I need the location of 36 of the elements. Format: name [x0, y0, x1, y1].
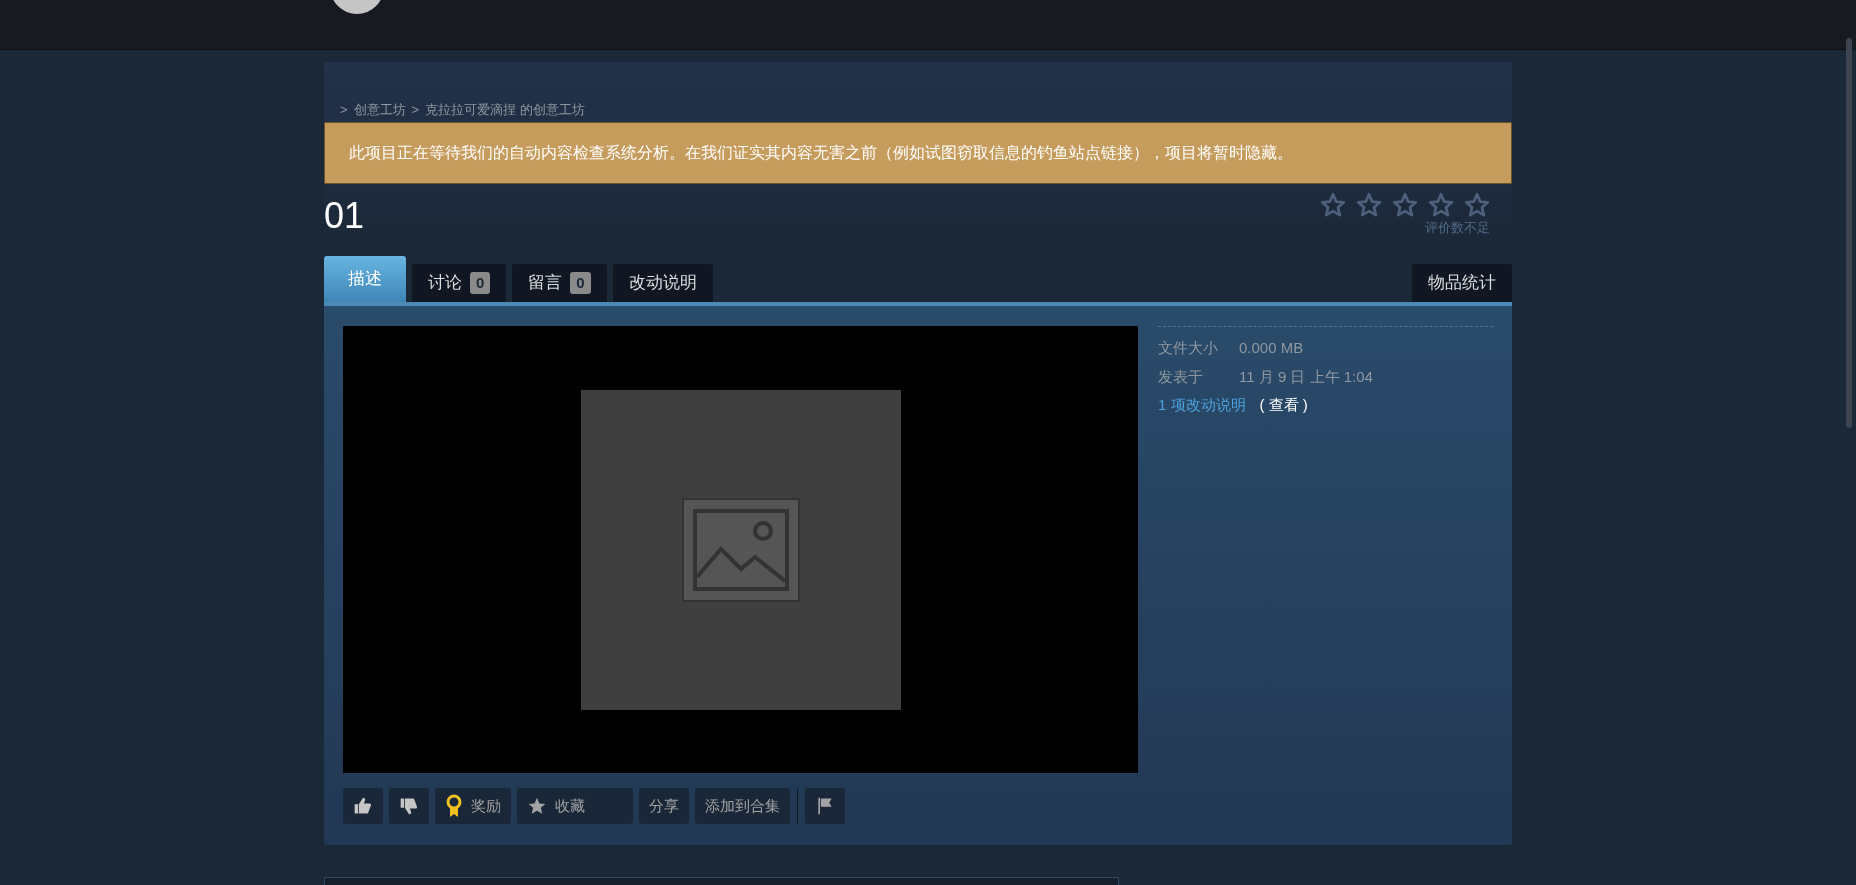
- thumbs-down-icon: [399, 796, 419, 816]
- detail-value: 11 月 9 日 上午 1:04: [1239, 366, 1373, 387]
- breadcrumb-separator: >: [340, 101, 348, 120]
- pending-review-notice: 此项目正在等待我们的自动内容检查系统分析。在我们证实其内容无害之前（例如试图窃取信息的钓鱼站点链接），项目将暂时隐藏。: [324, 122, 1512, 184]
- favorite-button[interactable]: 收藏: [517, 788, 633, 824]
- image-icon: [680, 496, 801, 603]
- thumbs-down-button[interactable]: [389, 788, 429, 824]
- star-icon[interactable]: [1320, 192, 1346, 218]
- change-notes-link[interactable]: 1 项改动说明: [1158, 394, 1246, 417]
- star-icon[interactable]: [1356, 192, 1382, 218]
- item-title: 01: [324, 194, 365, 238]
- detail-label: 文件大小: [1158, 338, 1219, 358]
- action-button[interactable]: 分享: [639, 788, 689, 824]
- thumbs-up-button[interactable]: [343, 788, 383, 824]
- thumbs-up-icon: [353, 796, 373, 816]
- star-icon[interactable]: [1428, 192, 1454, 218]
- award-button[interactable]: 奖励: [435, 788, 511, 824]
- rating-caption: 评价数不足: [1425, 219, 1490, 237]
- breadcrumb-separator: >: [411, 101, 420, 120]
- view-link[interactable]: ( 查看 ): [1259, 394, 1308, 417]
- tab[interactable]: 讨论 0: [412, 264, 507, 302]
- breadcrumb-link[interactable]: 创意工坊: [353, 100, 406, 120]
- tab[interactable]: 留言 0: [512, 264, 607, 302]
- count-badge: 0: [470, 272, 491, 294]
- star-icon[interactable]: [1464, 192, 1490, 218]
- tab[interactable]: 改动说明: [612, 264, 713, 302]
- stats-tab[interactable]: 物品统计: [1412, 264, 1512, 302]
- count-badge: 0: [570, 272, 591, 294]
- award-ribbon-icon: [445, 794, 463, 818]
- breadcrumb-link[interactable]: 克拉拉可爱滴捏 的创意工坊: [425, 100, 585, 120]
- detail-label: 发表于: [1158, 366, 1204, 387]
- detail-value: 0.000 MB: [1239, 338, 1304, 358]
- star-icon[interactable]: [1392, 192, 1418, 218]
- action-button[interactable]: 添加到合集: [695, 788, 790, 824]
- flag-button[interactable]: [805, 788, 845, 824]
- star-icon: [527, 796, 547, 816]
